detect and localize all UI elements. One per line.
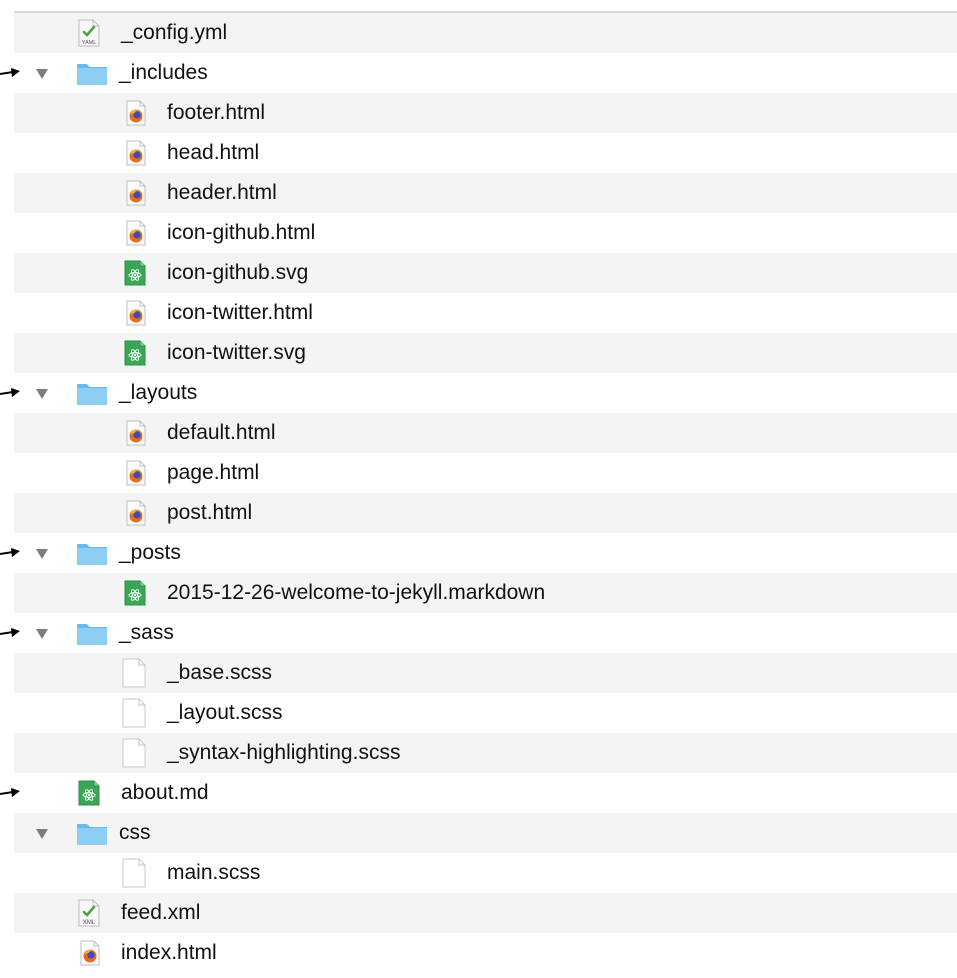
atom-file-icon bbox=[78, 780, 100, 811]
svg-text:YAML: YAML bbox=[82, 40, 97, 46]
folder-icon bbox=[76, 820, 108, 851]
folder-row[interactable]: css bbox=[14, 813, 957, 853]
file-name-label: _posts bbox=[119, 541, 181, 564]
file-row[interactable]: about.md bbox=[14, 773, 957, 813]
pointer-arrow-icon bbox=[0, 628, 20, 637]
pointer-arrow-icon bbox=[0, 68, 20, 77]
yaml-file-icon: YAML bbox=[78, 19, 100, 52]
firefox-html-file-icon bbox=[126, 500, 146, 531]
file-row[interactable]: 2015-12-26-welcome-to-jekyll.markdown bbox=[14, 573, 957, 613]
firefox-html-file-icon bbox=[126, 300, 146, 331]
xml-file-icon: XML bbox=[78, 899, 100, 932]
file-name-label: feed.xml bbox=[121, 901, 201, 924]
folder-icon bbox=[76, 380, 108, 411]
svg-text:XML: XML bbox=[83, 920, 96, 926]
firefox-html-file-icon bbox=[126, 100, 146, 131]
blank-file-icon bbox=[122, 658, 146, 693]
disclosure-triangle-icon[interactable] bbox=[36, 829, 48, 839]
file-name-label: about.md bbox=[121, 781, 209, 804]
file-name-label: icon-twitter.html bbox=[167, 301, 313, 324]
pointer-arrow-icon bbox=[0, 788, 20, 797]
file-name-label: icon-github.svg bbox=[167, 261, 309, 284]
file-row[interactable]: icon-github.html bbox=[14, 213, 957, 253]
file-name-label: _sass bbox=[119, 621, 174, 644]
disclosure-triangle-icon[interactable] bbox=[36, 69, 48, 79]
pointer-arrow-icon bbox=[0, 548, 20, 557]
file-name-label: _layouts bbox=[119, 381, 198, 404]
file-name-label: css bbox=[119, 821, 151, 844]
firefox-html-file-icon bbox=[126, 140, 146, 171]
file-row[interactable]: default.html bbox=[14, 413, 957, 453]
folder-row[interactable]: _includes bbox=[14, 53, 957, 93]
file-name-label: head.html bbox=[167, 141, 260, 164]
file-row[interactable]: YAML _config.yml bbox=[14, 13, 957, 53]
file-row[interactable]: footer.html bbox=[14, 93, 957, 133]
file-name-label: index.html bbox=[121, 941, 217, 964]
file-row[interactable]: _layout.scss bbox=[14, 693, 957, 733]
folder-row[interactable]: _sass bbox=[14, 613, 957, 653]
file-row[interactable]: icon-twitter.svg bbox=[14, 333, 957, 373]
disclosure-triangle-icon[interactable] bbox=[36, 549, 48, 559]
file-name-label: _config.yml bbox=[121, 21, 228, 44]
atom-file-icon bbox=[124, 580, 146, 611]
firefox-html-file-icon bbox=[126, 220, 146, 251]
file-name-label: post.html bbox=[167, 501, 253, 524]
file-name-label: main.scss bbox=[167, 861, 261, 884]
blank-file-icon bbox=[122, 858, 146, 893]
disclosure-triangle-icon[interactable] bbox=[36, 389, 48, 399]
file-name-label: _layout.scss bbox=[167, 701, 283, 724]
file-row[interactable]: page.html bbox=[14, 453, 957, 493]
pointer-arrow-icon bbox=[0, 388, 20, 397]
folder-row[interactable]: _layouts bbox=[14, 373, 957, 413]
file-name-label: icon-github.html bbox=[167, 221, 316, 244]
firefox-html-file-icon bbox=[126, 420, 146, 451]
file-row[interactable]: _syntax-highlighting.scss bbox=[14, 733, 957, 773]
firefox-html-file-icon bbox=[80, 940, 100, 971]
file-row[interactable]: icon-twitter.html bbox=[14, 293, 957, 333]
file-name-label: page.html bbox=[167, 461, 260, 484]
file-name-label: _syntax-highlighting.scss bbox=[167, 741, 401, 764]
folder-icon bbox=[76, 540, 108, 571]
file-name-label: _base.scss bbox=[167, 661, 273, 684]
disclosure-triangle-icon[interactable] bbox=[36, 629, 48, 639]
file-row[interactable]: XML feed.xml bbox=[14, 893, 957, 933]
atom-file-icon bbox=[124, 260, 146, 291]
file-tree: YAML _config.yml _includes footer.html head.… bbox=[14, 11, 957, 973]
file-row[interactable]: main.scss bbox=[14, 853, 957, 893]
file-row[interactable]: post.html bbox=[14, 493, 957, 533]
file-name-label: footer.html bbox=[167, 101, 266, 124]
firefox-html-file-icon bbox=[126, 180, 146, 211]
file-name-label: _includes bbox=[119, 61, 208, 84]
file-name-label: icon-twitter.svg bbox=[167, 341, 306, 364]
file-row[interactable]: _base.scss bbox=[14, 653, 957, 693]
file-name-label: header.html bbox=[167, 181, 277, 204]
file-row[interactable]: header.html bbox=[14, 173, 957, 213]
file-row[interactable]: head.html bbox=[14, 133, 957, 173]
file-name-label: default.html bbox=[167, 421, 276, 444]
folder-row[interactable]: _posts bbox=[14, 533, 957, 573]
blank-file-icon bbox=[122, 698, 146, 733]
folder-icon bbox=[76, 60, 108, 91]
file-row[interactable]: icon-github.svg bbox=[14, 253, 957, 293]
file-row[interactable]: index.html bbox=[14, 933, 957, 973]
firefox-html-file-icon bbox=[126, 460, 146, 491]
blank-file-icon bbox=[122, 738, 146, 773]
atom-file-icon bbox=[124, 340, 146, 371]
folder-icon bbox=[76, 620, 108, 651]
file-name-label: 2015-12-26-welcome-to-jekyll.markdown bbox=[167, 581, 546, 604]
